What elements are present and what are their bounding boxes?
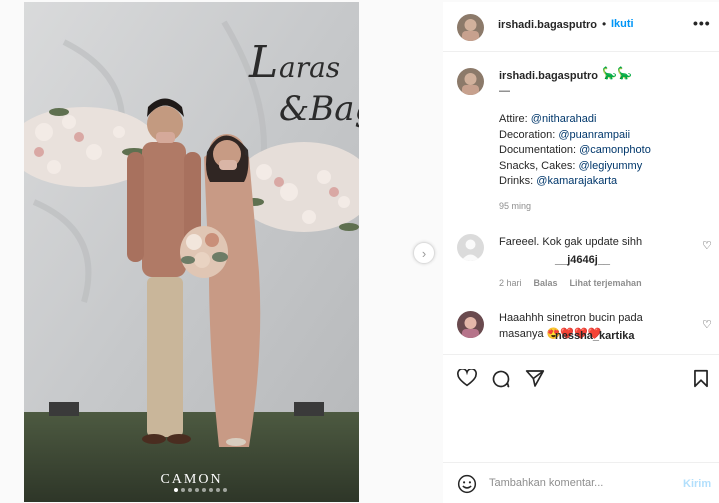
heart-icon[interactable] — [457, 368, 477, 392]
author-username[interactable]: irshadi.bagasputro — [498, 19, 597, 31]
caption-credit-line: Documentation: @camonphoto — [499, 143, 651, 159]
bookmark-icon[interactable] — [693, 369, 709, 393]
comment-body: Fareeel. Kok gak update sihh — [499, 236, 643, 248]
mention-link[interactable]: @camonphoto — [579, 144, 651, 156]
send-icon[interactable] — [525, 369, 545, 393]
comment-username[interactable]: __j4646j__ — [555, 253, 610, 269]
post-comment-button[interactable]: Kirim — [683, 478, 711, 490]
wedding-photo-image: L aras &Bag — [24, 2, 359, 502]
commenter-avatar[interactable] — [457, 311, 484, 338]
comment-text: nessha_kartika Haaahhh sinetron bucin pa… — [499, 311, 689, 342]
mention-link[interactable]: @legiyummy — [578, 160, 642, 172]
header-separator: • — [602, 17, 607, 31]
svg-text:aras: aras — [279, 51, 340, 84]
carousel-dot — [195, 488, 199, 492]
author-avatar[interactable] — [457, 14, 484, 41]
carousel-indicator — [174, 488, 227, 492]
caption-credit-line: Drinks: @kamarajakarta — [499, 174, 617, 190]
svg-text:&Bag: &Bag — [279, 89, 359, 129]
carousel-dot — [188, 488, 192, 492]
svg-text:L: L — [248, 37, 278, 88]
avatar-image — [457, 311, 484, 338]
add-comment-bar: Kirim — [443, 462, 719, 503]
like-comment-heart-icon[interactable]: ♡ — [702, 239, 712, 252]
like-comment-heart-icon[interactable]: ♡ — [702, 318, 712, 331]
comment-meta: 2 hari Balas Lihat terjemahan — [499, 278, 642, 288]
next-photo-button[interactable]: › — [413, 242, 435, 264]
avatar-image — [457, 68, 484, 95]
post-caption: irshadi.bagasputro 🦕🦕 — Attire: @nithara… — [443, 52, 719, 352]
carousel-dot — [181, 488, 185, 492]
comment-time[interactable]: 2 hari — [499, 278, 522, 288]
photo-watermark: CAMON — [160, 472, 223, 487]
commenter-avatar[interactable] — [457, 234, 484, 261]
carousel-dot — [209, 488, 213, 492]
post-photo[interactable]: L aras &Bag — [24, 2, 359, 502]
post-side-panel: irshadi.bagasputro • Ikuti ••• irshadi.b… — [443, 2, 719, 503]
mention-link[interactable]: @puanrampaii — [558, 129, 630, 141]
carousel-dot — [223, 488, 227, 492]
credit-label: Decoration: — [499, 128, 559, 141]
credit-label: Documentation: — [499, 144, 580, 156]
comment-username[interactable]: nessha_kartika — [555, 329, 635, 345]
carousel-dot — [174, 488, 178, 492]
credit-label: Snacks, Cakes: — [499, 159, 579, 172]
caption-credit-line: Snacks, Cakes: @legiyummy — [499, 159, 642, 175]
credit-label: Drinks: — [499, 175, 537, 187]
mention-link[interactable]: @kamarajakarta — [536, 175, 617, 187]
follow-button[interactable]: Ikuti — [611, 18, 634, 30]
caption-credit-line: Attire: @nitharahadi — [499, 112, 596, 128]
chevron-right-icon: › — [421, 245, 427, 261]
avatar-image — [457, 14, 484, 41]
smile-icon[interactable] — [457, 474, 477, 499]
translate-button[interactable]: Lihat terjemahan — [570, 278, 642, 288]
reply-button[interactable]: Balas — [534, 278, 558, 288]
caption-timestamp[interactable]: 95 ming — [499, 201, 531, 211]
post-header: irshadi.bagasputro • Ikuti ••• — [443, 2, 719, 52]
comment-input[interactable] — [489, 473, 669, 493]
comment-icon[interactable] — [491, 369, 511, 394]
caption-emoji: 🦕🦕 — [602, 66, 632, 80]
caption-username[interactable]: irshadi.bagasputro — [499, 70, 598, 82]
carousel-dot — [216, 488, 220, 492]
caption-author-avatar[interactable] — [457, 68, 484, 95]
caption-credit-line: Decoration: @puanrampaii — [499, 128, 630, 144]
carousel-dot — [202, 488, 206, 492]
caption-dash: — — [499, 85, 510, 97]
credit-label: Attire: — [499, 113, 531, 125]
default-avatar-icon — [457, 234, 484, 261]
mention-link[interactable]: @nitharahadi — [531, 113, 597, 125]
post-actions-bar — [443, 354, 719, 402]
more-options-icon[interactable]: ••• — [693, 15, 711, 31]
comment-text: __j4646j__ Fareeel. Kok gak update sihh — [499, 235, 689, 266]
instagram-post-page: L aras &Bag — [0, 0, 719, 503]
